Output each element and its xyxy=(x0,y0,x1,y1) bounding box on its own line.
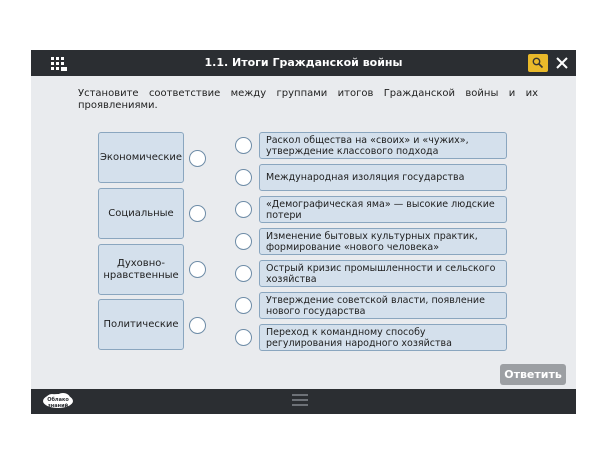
outcome-4-connector[interactable] xyxy=(235,233,252,250)
bottom-bar: Облако знаний xyxy=(31,389,576,414)
outcome-6-connector[interactable] xyxy=(235,297,252,314)
outcome-3[interactable]: «Демографическая яма» — высокие людские … xyxy=(259,196,507,223)
logo-text: Облако знаний xyxy=(47,397,69,409)
task-area: Установите соответствие между группами и… xyxy=(31,76,576,389)
outcome-6[interactable]: Утверждение советской власти, появление … xyxy=(259,292,507,319)
title-bar: 1.1. Итоги Гражданской войны xyxy=(31,50,576,76)
task-instruction: Установите соответствие между группами и… xyxy=(78,88,538,111)
hamburger-icon[interactable] xyxy=(292,394,308,408)
category-spiritual-connector[interactable] xyxy=(189,261,206,278)
outcome-5-connector[interactable] xyxy=(235,265,252,282)
search-button[interactable] xyxy=(528,54,548,72)
window-title: 1.1. Итоги Гражданской войны xyxy=(204,56,403,69)
category-political-connector[interactable] xyxy=(189,317,206,334)
category-economic[interactable]: Экономические xyxy=(98,132,184,183)
category-social[interactable]: Социальные xyxy=(98,188,184,239)
category-economic-connector[interactable] xyxy=(189,150,206,167)
outcome-7[interactable]: Переход к командному способу регулирован… xyxy=(259,324,507,351)
outcome-1-connector[interactable] xyxy=(235,137,252,154)
outcome-1[interactable]: Раскол общества на «своих» и «чужих», ут… xyxy=(259,132,507,159)
app-window: 1.1. Итоги Гражданской войны Установите … xyxy=(31,50,576,414)
outcome-2-connector[interactable] xyxy=(235,169,252,186)
category-political[interactable]: Политические xyxy=(98,299,184,350)
logo: Облако знаний xyxy=(41,392,75,412)
search-icon xyxy=(532,57,544,69)
outcome-3-connector[interactable] xyxy=(235,201,252,218)
answer-button[interactable]: Ответить xyxy=(500,364,566,385)
category-social-connector[interactable] xyxy=(189,205,206,222)
close-icon xyxy=(556,57,568,69)
close-button[interactable] xyxy=(553,54,571,72)
outcome-4[interactable]: Изменение бытовых культурных практик, фо… xyxy=(259,228,507,255)
outcome-2[interactable]: Международная изоляция государства xyxy=(259,164,507,191)
outcome-7-connector[interactable] xyxy=(235,329,252,346)
category-spiritual[interactable]: Духовно-нравственные xyxy=(98,244,184,295)
outcome-5[interactable]: Острый кризис промышленности и сельского… xyxy=(259,260,507,287)
